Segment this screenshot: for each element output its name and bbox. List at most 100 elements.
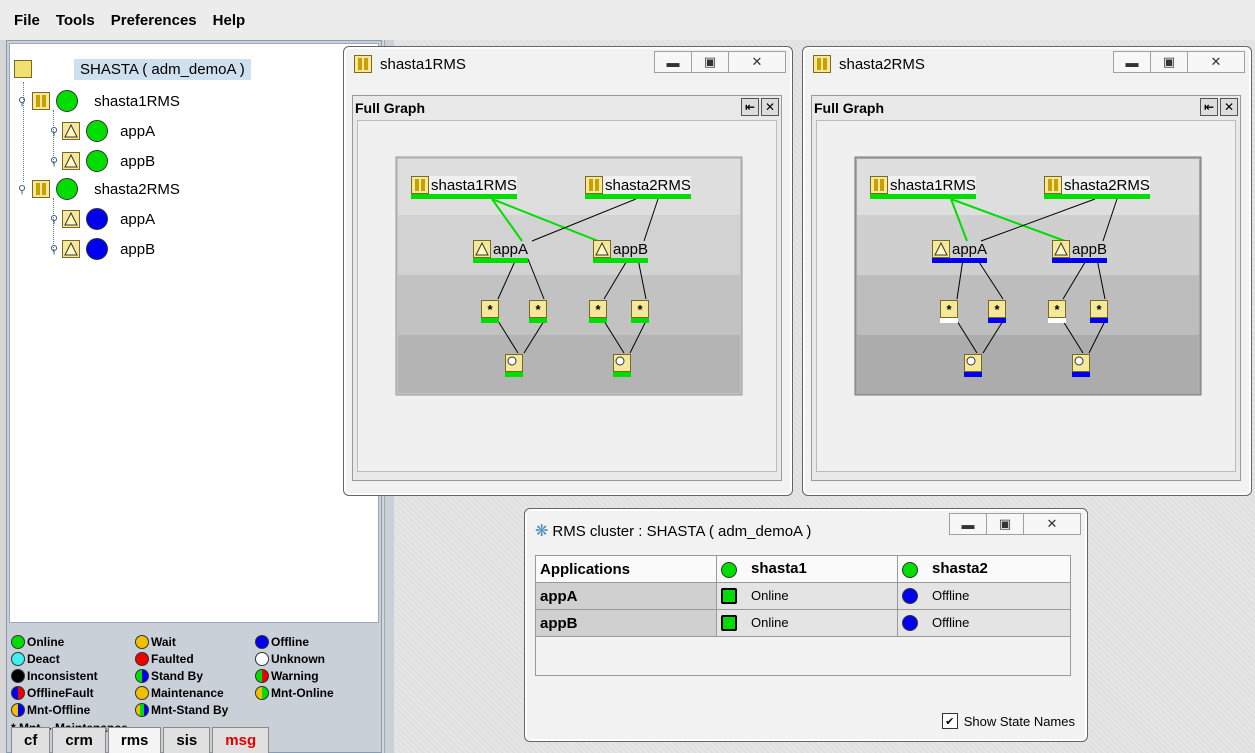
expand-key-icon[interactable]: ⚲ [18,95,26,108]
close-button[interactable]: ✕ [1187,51,1245,73]
close-frame-icon[interactable]: ✕ [1220,98,1238,116]
menu-help[interactable]: Help [205,12,254,29]
graph-resource-node[interactable]: * [988,300,1006,323]
state-online-icon [86,120,109,142]
rms-node-icon [354,55,372,73]
resource-circle-icon [613,354,631,372]
app-icon [593,240,611,258]
maximize-button[interactable]: ▣ [986,513,1024,535]
graph-app-appa[interactable]: appA [932,240,988,263]
tree-app-appa-2[interactable]: ⚲ appA [50,208,155,230]
legend-inconsistent: Inconsistent [11,669,98,683]
graph-node-shasta2rms[interactable]: shasta2RMS [585,176,691,199]
offline-dot-icon [255,635,269,649]
tree-root-label: SHASTA ( adm_demoA ) [74,58,251,80]
graph-resource-node[interactable]: * [481,300,499,323]
restore-frame-icon[interactable]: ⇤ [1200,98,1218,116]
minimize-button[interactable]: ▬ [1113,51,1151,73]
graph-node-shasta1rms[interactable]: shasta1RMS [870,176,976,199]
show-state-names-option[interactable]: ✔ Show State Names [941,713,1075,729]
minimize-button[interactable]: ▬ [654,51,692,73]
tree-node-shasta2rms[interactable]: ⚲ shasta2RMS [18,178,180,200]
legend-deact: Deact [11,652,60,666]
minimize-button[interactable]: ▬ [949,513,987,535]
restore-frame-icon[interactable]: ⇤ [741,98,759,116]
graph-node-shasta2rms[interactable]: shasta2RMS [1044,176,1150,199]
resource-asterisk-icon: * [940,300,958,318]
wait-dot-icon [135,635,149,649]
resource-asterisk-icon: * [988,300,1006,318]
rms-node-icon [813,55,831,73]
state-cell[interactable]: Offline [897,609,1071,637]
graph-resource-node[interactable]: * [1048,300,1066,323]
maintenance-dot-icon [135,686,149,700]
expand-key-icon[interactable]: ⚲ [18,183,26,196]
graph-resource-node[interactable]: * [1090,300,1108,323]
col-shasta2[interactable]: shasta2 [897,555,1071,583]
tab-cf[interactable]: cf [11,727,51,753]
legend-unknown: Unknown [255,652,325,666]
state-online-icon [56,90,79,112]
graph-resource-node[interactable]: * [631,300,649,323]
graph-resource-node[interactable] [505,354,523,377]
inconsistent-dot-icon [11,669,25,683]
tree-app-label: appB [120,240,156,258]
graph-resource-node[interactable] [613,354,631,377]
online-dot-icon [721,615,737,632]
expand-key-icon[interactable]: ⚲ [50,213,58,226]
graph-app-appb[interactable]: appB [593,240,649,263]
tree-node-shasta1rms[interactable]: ⚲ shasta1RMS [18,90,180,112]
graph-resource-node[interactable]: * [940,300,958,323]
state-cell[interactable]: Offline [897,582,1071,610]
graph-resource-node[interactable]: * [529,300,547,323]
standby-dot-icon [135,669,149,683]
tab-crm[interactable]: crm [52,727,106,753]
close-button[interactable]: ✕ [1023,513,1081,535]
app-cell: appB [535,609,717,637]
table-row[interactable]: appB Online Offline [535,609,1071,637]
window-controls: ▬ ▣ ✕ [654,51,786,73]
graph-canvas [357,120,777,472]
expand-key-icon[interactable]: ⚲ [50,243,58,256]
table-header-row: Applications shasta1 shasta2 [535,555,1071,583]
graph-resource-node[interactable]: * [589,300,607,323]
tab-msg[interactable]: msg [212,727,270,753]
table-row[interactable]: appA Online Offline [535,582,1071,610]
tree-root[interactable]: SHASTA ( adm_demoA ) [14,58,251,80]
graph-node-shasta1rms[interactable]: shasta1RMS [411,176,517,199]
maximize-button[interactable]: ▣ [1150,51,1188,73]
tab-sis[interactable]: sis [163,727,211,753]
rms-node-icon [32,180,51,198]
window-title: shasta1RMS [354,55,466,73]
graph-window-shasta2rms: shasta2RMS ▬ ▣ ✕ Full Graph ⇤ ✕ shasta1R… [802,46,1252,496]
graph-window-shasta1rms: shasta1RMS ▬ ▣ ✕ Full Graph ⇤ ✕ shasta1R… [343,46,793,496]
expand-key-icon[interactable]: ⚲ [50,155,58,168]
state-cell[interactable]: Online [716,609,898,637]
expand-key-icon[interactable]: ⚲ [50,125,58,138]
menu-preferences[interactable]: Preferences [103,12,205,29]
graph-resource-node[interactable] [1072,354,1090,377]
mnt-standby-dot-icon [135,703,149,717]
menu-file[interactable]: File [6,12,48,29]
col-shasta1[interactable]: shasta1 [716,555,898,583]
show-state-names-checkbox[interactable]: ✔ [941,713,958,729]
rms-node-icon [585,176,603,194]
tab-rms[interactable]: rms [107,727,162,753]
maximize-button[interactable]: ▣ [691,51,729,73]
app-icon [932,240,950,258]
full-graph-frame: Full Graph ⇤ ✕ shasta1RMS shasta2RMS app… [352,95,782,481]
tree-app-appb-2[interactable]: ⚲ appB [50,238,155,260]
close-button[interactable]: ✕ [728,51,786,73]
tree-app-appb[interactable]: ⚲ appB [50,150,155,172]
rms-cluster-window: ❋ RMS cluster : SHASTA ( adm_demoA ) ▬ ▣… [524,508,1088,742]
graph-resource-node[interactable] [964,354,982,377]
graph-app-appa[interactable]: appA [473,240,529,263]
tree-app-appa[interactable]: ⚲ appA [50,120,155,142]
col-applications[interactable]: Applications [535,555,717,583]
frame-controls: ⇤ ✕ [1198,98,1238,116]
close-frame-icon[interactable]: ✕ [761,98,779,116]
graph-app-appb[interactable]: appB [1052,240,1108,263]
menu-tools[interactable]: Tools [48,12,103,29]
state-cell[interactable]: Online [716,582,898,610]
cluster-icon [14,60,32,78]
